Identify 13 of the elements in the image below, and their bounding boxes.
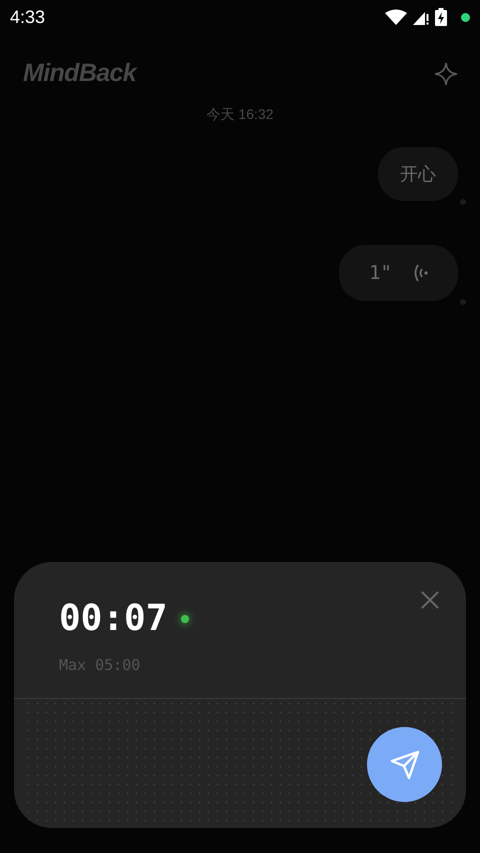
wifi-icon <box>385 9 407 25</box>
send-icon <box>388 748 420 780</box>
message-bubble: 开心 <box>378 147 458 201</box>
date-label: 今天 16:32 <box>206 105 274 124</box>
voice-message[interactable]: 1" <box>339 245 458 301</box>
sound-wave-icon <box>412 263 428 283</box>
battery-icon <box>435 8 447 26</box>
clock: 4:33 <box>10 6 46 28</box>
elapsed-time: 00:07 <box>59 597 168 641</box>
close-icon[interactable] <box>420 590 440 610</box>
sparkle-icon[interactable] <box>434 62 458 86</box>
app-logo: MindBack <box>23 58 136 90</box>
send-button[interactable] <box>367 727 442 802</box>
